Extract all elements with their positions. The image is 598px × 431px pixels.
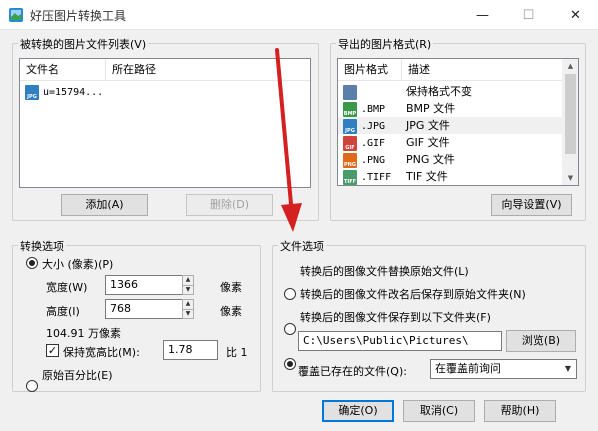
browse-button[interactable]: 浏览(B) <box>506 330 576 352</box>
height-label: 高度(I) <box>46 305 80 318</box>
replace-original-radio[interactable] <box>284 288 296 300</box>
format-description: TIF 文件 <box>406 170 448 183</box>
scroll-thumb[interactable] <box>565 74 576 154</box>
width-field[interactable]: 1366 <box>105 275 183 295</box>
ok-button[interactable]: 确定(O) <box>322 400 394 422</box>
title-bar: 好压图片转换工具 — ☐ ✕ <box>0 0 598 30</box>
format-description: GIF 文件 <box>406 136 450 149</box>
tiff-format-icon: TIFF <box>343 169 357 185</box>
scroll-down-icon[interactable]: ▼ <box>562 171 578 185</box>
format-list-header: 图片格式 描述 <box>338 59 578 81</box>
height-unit: 像素 <box>220 305 242 318</box>
format-description: BMP 文件 <box>406 102 456 115</box>
jpg-file-icon: JPG <box>25 84 39 100</box>
column-header-format[interactable]: 图片格式 <box>338 59 402 81</box>
format-extension: .BMP <box>361 104 386 115</box>
original-percent-label: 原始百分比(E) <box>42 369 113 382</box>
app-icon <box>8 7 24 23</box>
format-row-jpg[interactable]: JPG .JPG JPG 文件 <box>338 117 578 134</box>
close-button[interactable]: ✕ <box>553 0 598 30</box>
original-percent-radio[interactable] <box>26 380 38 392</box>
format-row-gif[interactable]: GIF .GIF GIF 文件 <box>338 134 578 151</box>
overwrite-label: 覆盖已存在的文件(Q): <box>298 365 407 378</box>
gif-format-icon: GIF <box>343 135 357 151</box>
scroll-up-icon[interactable]: ▲ <box>562 59 578 73</box>
column-header-filename[interactable]: 文件名 <box>20 59 106 81</box>
keep-aspect-ratio-checkbox[interactable]: ✓ <box>46 344 59 357</box>
keep-aspect-ratio-label: 保持宽高比(M): <box>63 346 140 359</box>
width-unit: 像素 <box>220 281 242 294</box>
help-button[interactable]: 帮助(H) <box>484 400 556 422</box>
format-extension: .GIF <box>361 138 386 149</box>
format-extension: .TIFF <box>361 172 392 183</box>
width-label: 宽度(W) <box>46 281 88 294</box>
keep-format-icon <box>343 84 357 100</box>
replace-original-label: 转换后的图像文件替换原始文件(L) <box>300 265 469 278</box>
height-stepper[interactable]: ▲ ▼ <box>182 299 194 319</box>
output-folder-field[interactable]: C:\Users\Public\Pictures\ <box>298 331 502 351</box>
format-description: JPG 文件 <box>406 119 450 132</box>
format-row-keep[interactable]: 保持格式不变 <box>338 83 578 100</box>
format-list-view[interactable]: 图片格式 描述 保持格式不变 BMP .BMP BMP 文件 JPG .JPG JPG 文件… <box>337 58 579 186</box>
bmp-format-icon: BMP <box>343 101 357 117</box>
format-row-tiff[interactable]: TIFF .TIFF TIF 文件 <box>338 168 578 185</box>
overwrite-selected-value: 在覆盖前询问 <box>435 362 501 375</box>
stepper-down-icon: ▼ <box>183 308 193 319</box>
size-pixels-radio[interactable] <box>26 257 38 269</box>
minimize-button[interactable]: — <box>460 0 505 30</box>
megapixels-readout: 104.91 万像素 <box>46 327 121 340</box>
chevron-down-icon: ▼ <box>564 364 571 373</box>
height-field[interactable]: 768 <box>105 299 183 319</box>
file-options-group-title: 文件选项 <box>278 238 326 254</box>
format-extension: .JPG <box>361 121 386 132</box>
maximize-button[interactable]: ☐ <box>506 0 551 30</box>
maximize-icon: ☐ <box>522 7 535 23</box>
close-icon: ✕ <box>570 7 581 23</box>
convert-options-group-title: 转换选项 <box>18 238 66 254</box>
jpg-format-icon: JPG <box>343 118 357 134</box>
stepper-up-icon: ▲ <box>185 276 191 283</box>
add-button[interactable]: 添加(A) <box>61 194 148 216</box>
annotation-arrow <box>275 48 302 232</box>
stepper-down-icon: ▼ <box>183 284 193 295</box>
format-description: 保持格式不变 <box>406 85 472 98</box>
overwrite-select[interactable]: 在覆盖前询问 ▼ <box>430 359 577 379</box>
file-list-group-title: 被转换的图片文件列表(V) <box>18 36 149 52</box>
format-list-scrollbar[interactable]: ▲ ▼ <box>562 59 578 185</box>
stepper-up-icon: ▲ <box>185 300 191 307</box>
size-pixels-label: 大小 (像素)(P) <box>42 258 114 271</box>
png-format-icon: PNG <box>343 152 357 168</box>
export-format-group-title: 导出的图片格式(R) <box>336 36 434 52</box>
file-name: u=15794... <box>43 87 104 98</box>
wizard-settings-button[interactable]: 向导设置(V) <box>491 194 572 216</box>
rename-save-label: 转换后的图像文件改名后保存到原始文件夹(N) <box>300 288 526 301</box>
column-header-description[interactable]: 描述 <box>402 59 562 81</box>
save-to-folder-radio[interactable] <box>284 358 296 370</box>
aspect-ratio-field[interactable]: 1.78 <box>163 340 218 360</box>
rename-save-radio[interactable] <box>284 323 296 335</box>
format-description: PNG 文件 <box>406 153 455 166</box>
minimize-icon: — <box>476 7 489 23</box>
format-extension: .PNG <box>361 155 386 166</box>
format-row-bmp[interactable]: BMP .BMP BMP 文件 <box>338 100 578 117</box>
aspect-ratio-suffix: 比 1 <box>226 346 248 359</box>
width-stepper[interactable]: ▲ ▼ <box>182 275 194 295</box>
cancel-button[interactable]: 取消(C) <box>403 400 475 422</box>
save-to-folder-label: 转换后的图像文件保存到以下文件夹(F) <box>300 311 491 324</box>
window-title: 好压图片转换工具 <box>30 9 127 23</box>
format-row-png[interactable]: PNG .PNG PNG 文件 <box>338 151 578 168</box>
